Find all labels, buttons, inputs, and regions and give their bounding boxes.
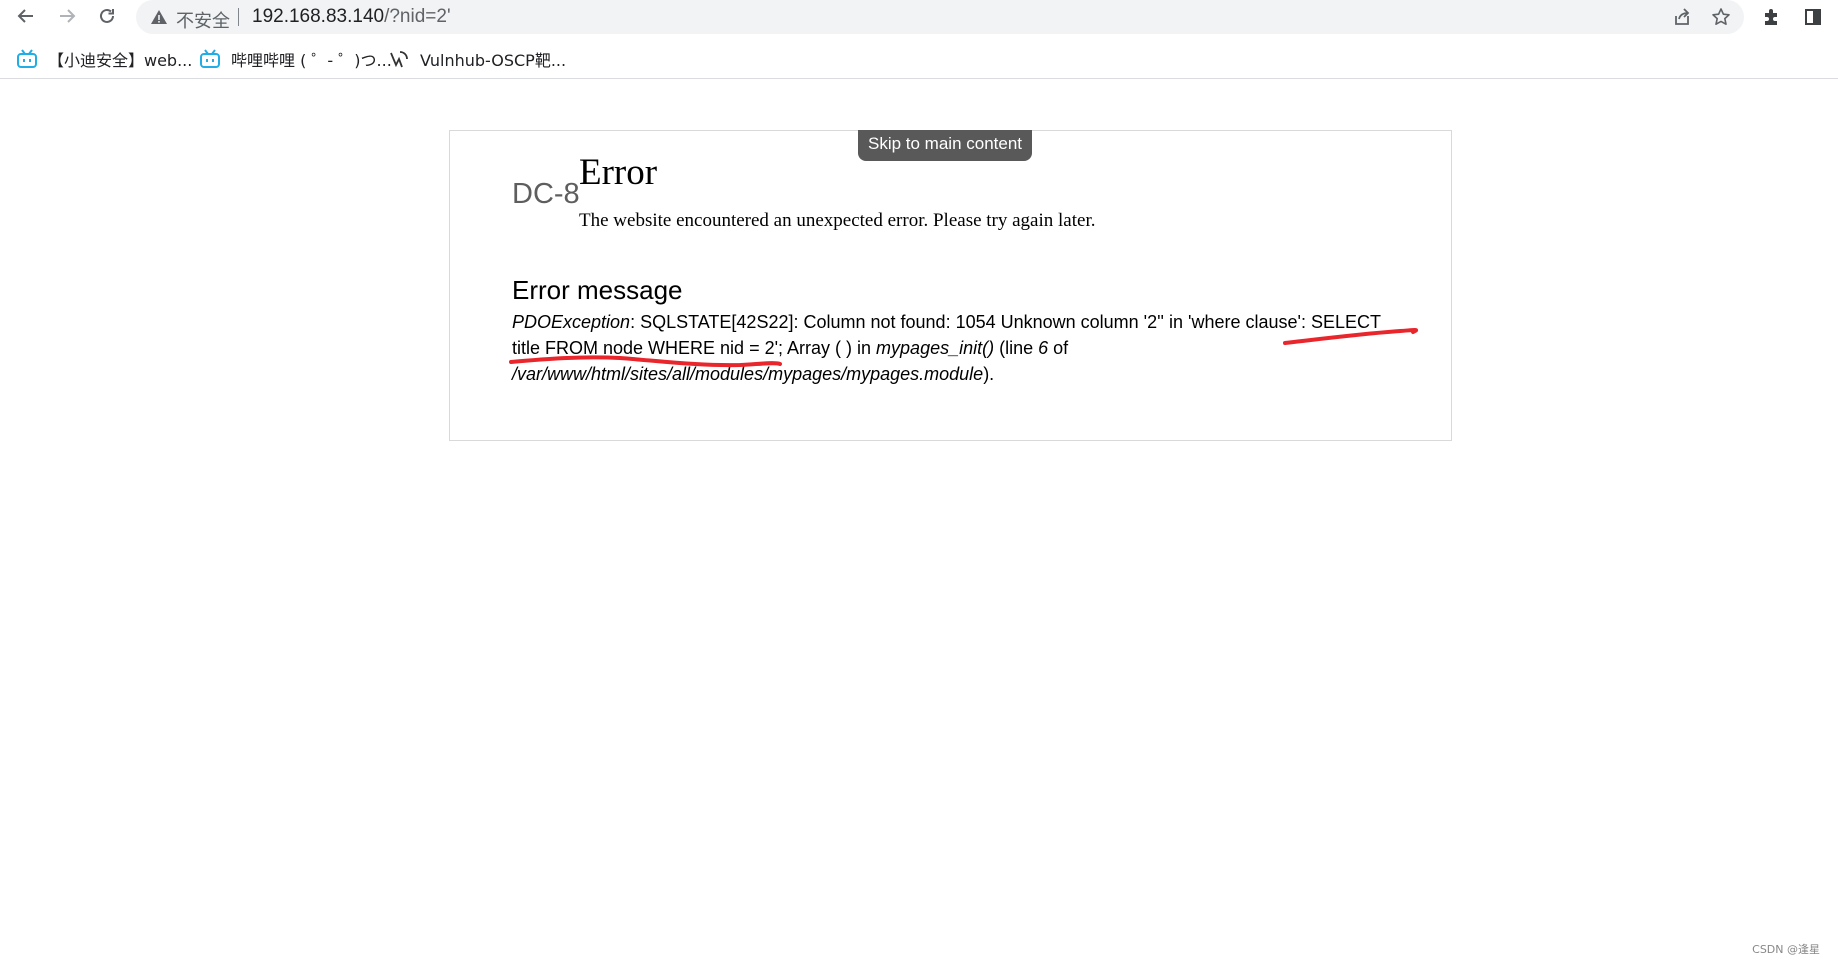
line-number: 6 (1038, 338, 1049, 358)
reload-icon (100, 8, 114, 23)
bookmarks-bar: 【小迪安全】web... 哔哩哔哩 ( ゜- ゜)つ... Vulnhub-OS… (0, 40, 1838, 79)
reload-button[interactable] (93, 2, 121, 30)
url-host: 192.168.83.140 (252, 6, 385, 27)
bilibili-icon (200, 49, 220, 68)
side-panel-icon (1805, 9, 1821, 25)
error-message-line-3: /var/www/html/sites/all/modules/mypages/… (512, 364, 994, 385)
share-icon (1675, 8, 1690, 25)
error-text: : SQLSTATE[42S22]: Column not found: 105… (630, 312, 1381, 332)
bookmark-star-button[interactable] (1709, 5, 1733, 29)
line-label: (line (994, 338, 1039, 358)
address-divider (238, 8, 239, 26)
arrow-left-icon (17, 9, 33, 23)
closing-text: ). (983, 364, 995, 384)
puzzle-icon (1765, 9, 1777, 25)
page-title: Error (579, 152, 658, 193)
back-button[interactable] (12, 2, 40, 30)
function-name: mypages_init() (876, 338, 995, 358)
warning-icon[interactable] (150, 8, 168, 26)
extensions-button[interactable] (1759, 4, 1785, 30)
file-path: /var/www/html/sites/all/modules/mypages/… (512, 364, 984, 384)
sql-query-text: title FROM node WHERE nid = 2'; Array ( … (512, 338, 877, 358)
forward-button[interactable] (53, 2, 81, 30)
bookmark-item[interactable]: 哔哩哔哩 ( ゜- ゜)つ... (199, 46, 392, 72)
bookmark-label: Vulnhub-OSCP靶... (420, 51, 567, 70)
error-message-heading: Error message (512, 275, 683, 305)
arrow-right-icon (60, 9, 76, 23)
url-text[interactable]: 192.168.83.140/?nid=2' (252, 6, 451, 28)
side-panel-button[interactable] (1800, 4, 1826, 30)
exception-type: PDOException (512, 312, 631, 332)
address-bar[interactable]: 不安全 192.168.83.140/?nid=2' (136, 0, 1744, 34)
vulnhub-icon (390, 51, 408, 68)
star-icon (1712, 8, 1730, 25)
security-label[interactable]: 不安全 (176, 7, 230, 33)
bilibili-icon (17, 49, 37, 68)
bookmark-item[interactable]: Vulnhub-OSCP靶... (388, 46, 566, 72)
bookmark-label: 哔哩哔哩 ( ゜- ゜)つ... (231, 51, 392, 70)
share-button[interactable] (1670, 5, 1694, 29)
skip-to-main-link[interactable]: Skip to main content (858, 130, 1032, 161)
url-path: /?nid=2' (384, 6, 451, 27)
site-name[interactable]: DC-8 (512, 178, 580, 211)
of-label: of (1048, 338, 1069, 358)
bookmark-label: 【小迪安全】web... (48, 51, 193, 70)
bookmark-item[interactable]: 【小迪安全】web... (16, 46, 192, 72)
error-message-line-2: title FROM node WHERE nid = 2'; Array ( … (512, 338, 1068, 359)
error-description: The website encountered an unexpected er… (579, 210, 1096, 231)
browser-toolbar: 不安全 192.168.83.140/?nid=2' (0, 0, 1838, 40)
watermark: CSDN @逢星 (1752, 943, 1820, 956)
error-message-line-1: PDOException: SQLSTATE[42S22]: Column no… (512, 312, 1381, 333)
